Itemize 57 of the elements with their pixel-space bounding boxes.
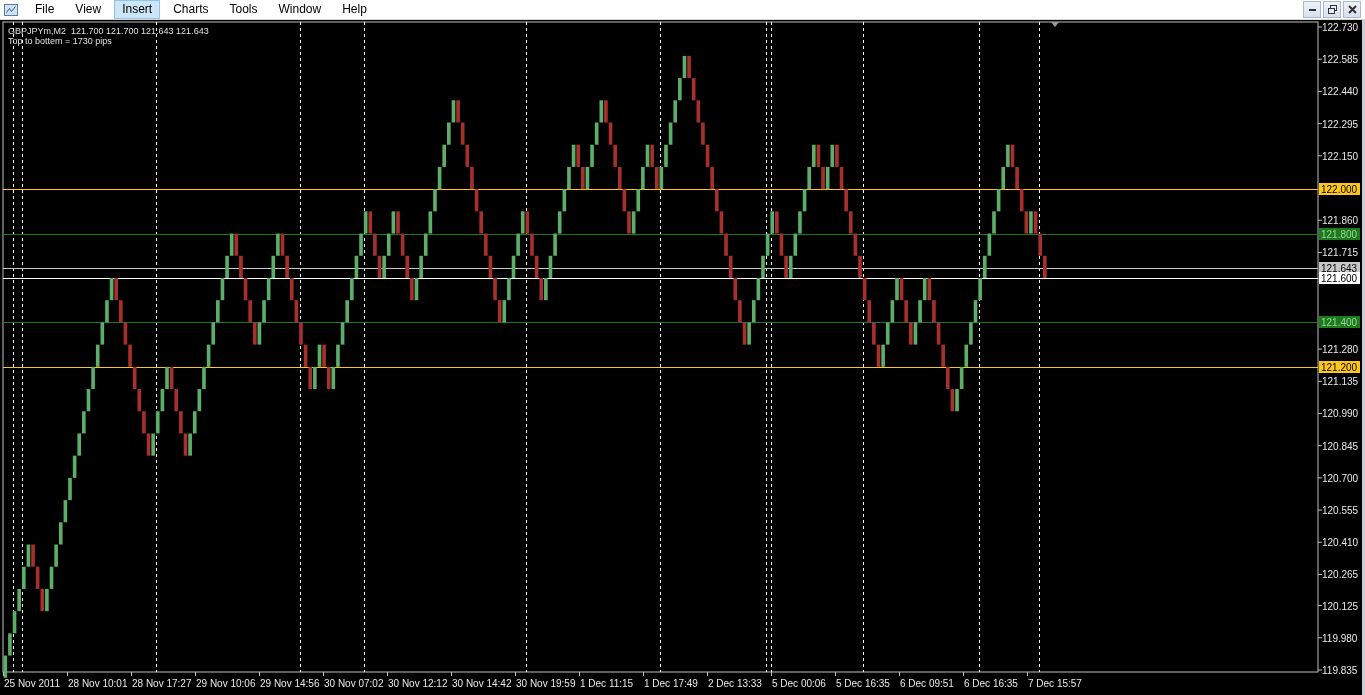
axis-label: 119.980	[1322, 632, 1358, 644]
axis-label: 30 Nov 12:12	[388, 678, 448, 689]
axis-label: 25 Nov 2011	[4, 678, 60, 689]
axis-label: 122.150	[1322, 150, 1359, 162]
axis-label: 28 Nov 10:01	[68, 678, 128, 689]
price-tag: 122.000	[1319, 183, 1360, 195]
restore-icon	[1327, 5, 1337, 14]
menu-item[interactable]: View	[67, 0, 110, 19]
axis-label: 120.125	[1322, 600, 1359, 612]
chart-note: Top to bottem = 1730 pips	[8, 36, 112, 46]
price-tag: 121.200	[1319, 361, 1360, 373]
axis-label: 120.845	[1322, 440, 1359, 452]
restore-button[interactable]	[1323, 1, 1341, 18]
axis-label: 121.135	[1322, 376, 1359, 388]
minimize-button[interactable]	[1303, 1, 1321, 18]
axis-label: 122.440	[1322, 86, 1359, 98]
price-tag: 121.600	[1319, 272, 1360, 284]
axis-label: 121.280	[1322, 344, 1359, 356]
menu-item[interactable]: Help	[334, 0, 375, 19]
axis-label: 122.730	[1322, 22, 1359, 33]
axis-label: 121.860	[1322, 215, 1359, 227]
minimize-icon	[1308, 8, 1316, 11]
axis-label: 119.835	[1322, 665, 1358, 676]
axis-label: 7 Dec 15:57	[1028, 678, 1082, 689]
app-icon	[4, 3, 18, 16]
chart-header: GBPJPYm,M2 121.700 121.700 121.643 121.643	[8, 26, 209, 36]
axis-label: 1 Dec 11:15	[580, 678, 634, 689]
price-tag: 121.400	[1319, 316, 1360, 328]
axis-label: 1 Dec 17:49	[644, 678, 698, 689]
axis-label: 121.715	[1322, 247, 1359, 259]
shift-marker-icon	[1051, 22, 1059, 27]
axis-label: 5 Dec 16:35	[836, 678, 890, 689]
menu-item[interactable]: Tools	[221, 0, 266, 19]
axis-label: 30 Nov 14:42	[452, 678, 512, 689]
axis-label: 30 Nov 19:59	[516, 678, 576, 689]
axis-label: 122.585	[1322, 54, 1359, 66]
menu-item[interactable]: Charts	[165, 0, 217, 19]
axis-label: 30 Nov 07:02	[324, 678, 384, 689]
axis-label: 120.410	[1322, 537, 1359, 549]
close-icon	[1347, 5, 1357, 14]
axis-label: 120.700	[1322, 472, 1359, 484]
axis-label: 2 Dec 13:33	[708, 678, 762, 689]
menu-item[interactable]: Window	[270, 0, 330, 19]
menu-item[interactable]: Insert	[114, 0, 161, 19]
axis-label: 5 Dec 00:06	[772, 678, 826, 689]
axis-label: 28 Nov 17:27	[132, 678, 192, 689]
axis-label: 120.555	[1322, 505, 1359, 517]
price-tag: 121.800	[1319, 228, 1360, 240]
axis-label: 120.990	[1322, 408, 1359, 420]
axis-label: 6 Dec 09:51	[900, 678, 954, 689]
menu-item[interactable]: File	[27, 0, 63, 19]
axis-label: 120.265	[1322, 569, 1359, 581]
close-button[interactable]	[1343, 1, 1361, 18]
axis-label: 29 Nov 10:06	[196, 678, 256, 689]
axis-label: 6 Dec 16:35	[964, 678, 1018, 689]
axis-label: 29 Nov 14:56	[260, 678, 320, 689]
axis-label: 122.295	[1322, 118, 1359, 130]
